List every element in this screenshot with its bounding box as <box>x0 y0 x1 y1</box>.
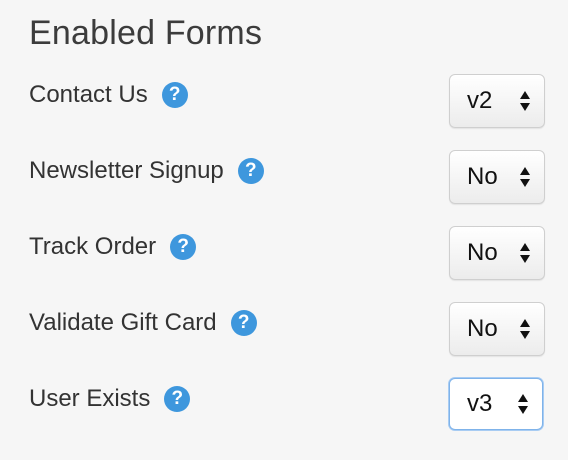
validate-gift-card-select[interactable]: No <box>449 302 545 356</box>
form-row-validate-gift-card: Validate Gift Card ? No <box>29 302 549 361</box>
select-value: No <box>467 163 498 190</box>
select-value: v2 <box>467 87 493 114</box>
up-down-arrows-icon <box>519 317 531 341</box>
form-label: Newsletter Signup <box>29 157 224 184</box>
question-circle-icon[interactable]: ? <box>161 82 188 108</box>
up-down-arrows-icon <box>517 392 529 416</box>
track-order-select[interactable]: No <box>449 226 545 280</box>
question-circle-icon[interactable]: ? <box>170 234 197 260</box>
contact-us-select[interactable]: v2 <box>449 74 545 128</box>
select-value: No <box>467 315 498 342</box>
form-label: Contact Us <box>29 81 148 108</box>
form-label: User Exists <box>29 385 151 412</box>
question-circle-icon[interactable]: ? <box>164 386 191 412</box>
newsletter-signup-select[interactable]: No <box>449 150 545 204</box>
up-down-arrows-icon <box>519 241 531 265</box>
user-exists-select[interactable]: v3 <box>449 378 543 430</box>
question-circle-icon[interactable]: ? <box>230 310 257 336</box>
form-row-newsletter-signup: Newsletter Signup ? No <box>29 150 549 209</box>
form-row-track-order: Track Order ? No <box>29 226 549 285</box>
question-circle-icon[interactable]: ? <box>237 158 264 184</box>
form-label: Track Order <box>29 233 157 260</box>
section-title: Enabled Forms <box>29 14 263 52</box>
form-row-contact-us: Contact Us ? v2 <box>29 74 549 133</box>
form-label: Validate Gift Card <box>29 309 217 336</box>
enabled-forms-panel: Enabled Forms Contact Us ? v2 Newsletter… <box>0 0 568 460</box>
select-value: v3 <box>467 390 493 417</box>
form-row-user-exists: User Exists ? v3 <box>29 378 549 437</box>
select-value: No <box>467 239 498 266</box>
up-down-arrows-icon <box>519 89 531 113</box>
up-down-arrows-icon <box>519 165 531 189</box>
